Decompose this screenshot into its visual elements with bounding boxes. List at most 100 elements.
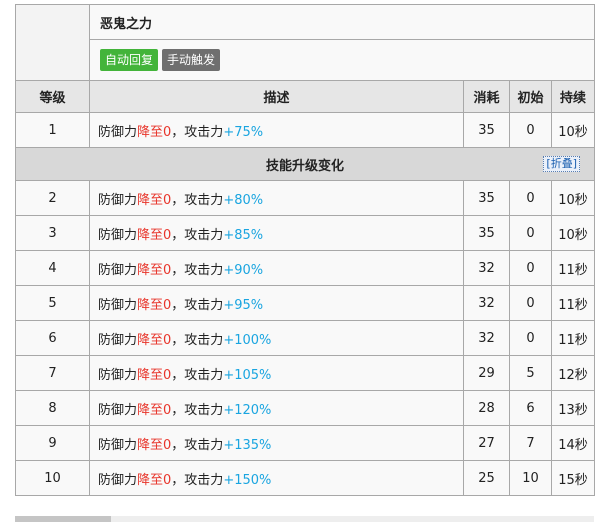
desc-defense-value: 降至0 [137, 297, 172, 313]
desc-attack-label: ，攻击力 [171, 437, 224, 453]
skill-tags: 自动回复 手动触发 [88, 39, 596, 81]
col-description: 描述 [89, 80, 464, 113]
section-header: 技能升级变化 [折叠] [14, 147, 596, 181]
desc-defense-label: 防御力 [98, 192, 138, 208]
initial-cell: 0 [509, 250, 552, 286]
description-cell: 防御力降至0，攻击力+90% [89, 250, 464, 286]
desc-attack-label: ，攻击力 [171, 192, 224, 208]
desc-defense-label: 防御力 [98, 402, 138, 418]
desc-attack-value: +135% [223, 437, 272, 453]
column-header-row: 等级 描述 消耗 初始 持续 [15, 80, 596, 113]
level-cell: 7 [15, 355, 90, 391]
desc-attack-value: +95% [223, 297, 264, 313]
desc-attack-value: +80% [223, 192, 264, 208]
desc-attack-value: +100% [223, 332, 272, 348]
duration-cell: 11秒 [550, 250, 596, 286]
initial-cell: 0 [509, 215, 552, 251]
description-cell: 防御力降至0，攻击力+75% [89, 112, 464, 148]
desc-defense-label: 防御力 [98, 437, 138, 453]
tag-auto-recovery: 自动回复 [100, 49, 159, 71]
description-cell: 防御力降至0，攻击力+120% [89, 390, 464, 426]
table-row: 7 防御力降至0，攻击力+105% 29 5 12秒 [15, 355, 596, 391]
level-cell: 1 [15, 112, 90, 148]
initial-cell: 10 [509, 460, 552, 496]
desc-defense-value: 降至0 [137, 402, 172, 418]
desc-attack-label: ，攻击力 [171, 124, 224, 140]
description-cell: 防御力降至0，攻击力+95% [89, 285, 464, 321]
description-cell: 防御力降至0，攻击力+105% [89, 355, 464, 391]
level-cell: 8 [15, 390, 90, 426]
desc-attack-label: ，攻击力 [171, 262, 224, 278]
desc-defense-label: 防御力 [98, 227, 138, 243]
skill-name-row: 恶鬼之力 [15, 4, 596, 81]
duration-cell: 11秒 [550, 320, 596, 356]
duration-cell: 12秒 [550, 355, 596, 391]
cost-cell: 35 [463, 215, 510, 251]
initial-cell: 0 [509, 320, 552, 356]
fold-toggle-button[interactable]: [折叠] [543, 156, 581, 172]
level-cell: 3 [15, 215, 90, 251]
desc-defense-value: 降至0 [137, 124, 172, 140]
col-cost: 消耗 [463, 80, 510, 113]
duration-cell: 15秒 [550, 460, 596, 496]
desc-attack-label: ，攻击力 [171, 297, 224, 313]
table-row: 4 防御力降至0，攻击力+90% 32 0 11秒 [15, 250, 596, 286]
duration-cell: 13秒 [550, 390, 596, 426]
description-cell: 防御力降至0，攻击力+85% [89, 215, 464, 251]
description-cell: 防御力降至0，攻击力+100% [89, 320, 464, 356]
table-row: 8 防御力降至0，攻击力+120% 28 6 13秒 [15, 390, 596, 426]
initial-cell: 6 [509, 390, 552, 426]
cost-cell: 35 [463, 112, 510, 148]
level-cell: 4 [15, 250, 90, 286]
desc-attack-value: +105% [223, 367, 272, 383]
horizontal-scrollbar[interactable] [15, 516, 594, 522]
scrollbar-thumb[interactable] [15, 516, 111, 522]
desc-defense-label: 防御力 [98, 124, 138, 140]
description-cell: 防御力降至0，攻击力+80% [89, 180, 464, 216]
desc-defense-value: 降至0 [137, 472, 172, 488]
table-row: 3 防御力降至0，攻击力+85% 35 0 10秒 [15, 215, 596, 251]
description-cell: 防御力降至0，攻击力+135% [89, 425, 464, 461]
desc-attack-label: ，攻击力 [171, 332, 224, 348]
cost-cell: 27 [463, 425, 510, 461]
col-initial: 初始 [509, 80, 552, 113]
header-blank-cell [15, 4, 90, 81]
level-cell: 6 [15, 320, 90, 356]
cost-cell: 32 [463, 285, 510, 321]
cost-cell: 29 [463, 355, 510, 391]
desc-defense-value: 降至0 [137, 437, 172, 453]
skill-name: 恶鬼之力 [88, 4, 596, 40]
table-row: 2 防御力降至0，攻击力+80% 35 0 10秒 [15, 180, 596, 216]
initial-cell: 0 [509, 180, 552, 216]
desc-defense-value: 降至0 [137, 262, 172, 278]
desc-defense-label: 防御力 [98, 297, 138, 313]
level-cell: 2 [15, 180, 90, 216]
table-row: 6 防御力降至0，攻击力+100% 32 0 11秒 [15, 320, 596, 356]
description-cell: 防御力降至0，攻击力+150% [89, 460, 464, 496]
table-row: 9 防御力降至0，攻击力+135% 27 7 14秒 [15, 425, 596, 461]
desc-defense-value: 降至0 [137, 227, 172, 243]
desc-attack-label: ，攻击力 [171, 402, 224, 418]
duration-cell: 10秒 [550, 215, 596, 251]
table-row: 10 防御力降至0，攻击力+150% 25 10 15秒 [15, 460, 596, 496]
tag-manual-trigger: 手动触发 [162, 49, 221, 71]
col-duration: 持续 [550, 80, 596, 113]
desc-attack-value: +90% [223, 262, 264, 278]
desc-defense-label: 防御力 [98, 472, 138, 488]
desc-attack-label: ，攻击力 [171, 367, 224, 383]
desc-defense-label: 防御力 [98, 262, 138, 278]
upgrade-rows: 2 防御力降至0，攻击力+80% 35 0 10秒 3 防御力降至0，攻击力+85% 35 0 1… [15, 180, 596, 496]
level-cell: 10 [15, 460, 90, 496]
section-title: 技能升级变化 [266, 158, 345, 174]
duration-cell: 11秒 [550, 285, 596, 321]
desc-attack-label: ，攻击力 [171, 472, 224, 488]
skill-table: 恶鬼之力 自动回复 手动触发 等级 描述 消耗 初始 持续 1 防御力降至0，攻击… [14, 4, 596, 496]
cost-cell: 35 [463, 180, 510, 216]
cost-cell: 25 [463, 460, 510, 496]
desc-attack-value: +85% [223, 227, 264, 243]
initial-cell: 7 [509, 425, 552, 461]
desc-defense-value: 降至0 [137, 367, 172, 383]
cost-cell: 28 [463, 390, 510, 426]
duration-cell: 10秒 [550, 180, 596, 216]
initial-cell: 0 [509, 112, 552, 148]
